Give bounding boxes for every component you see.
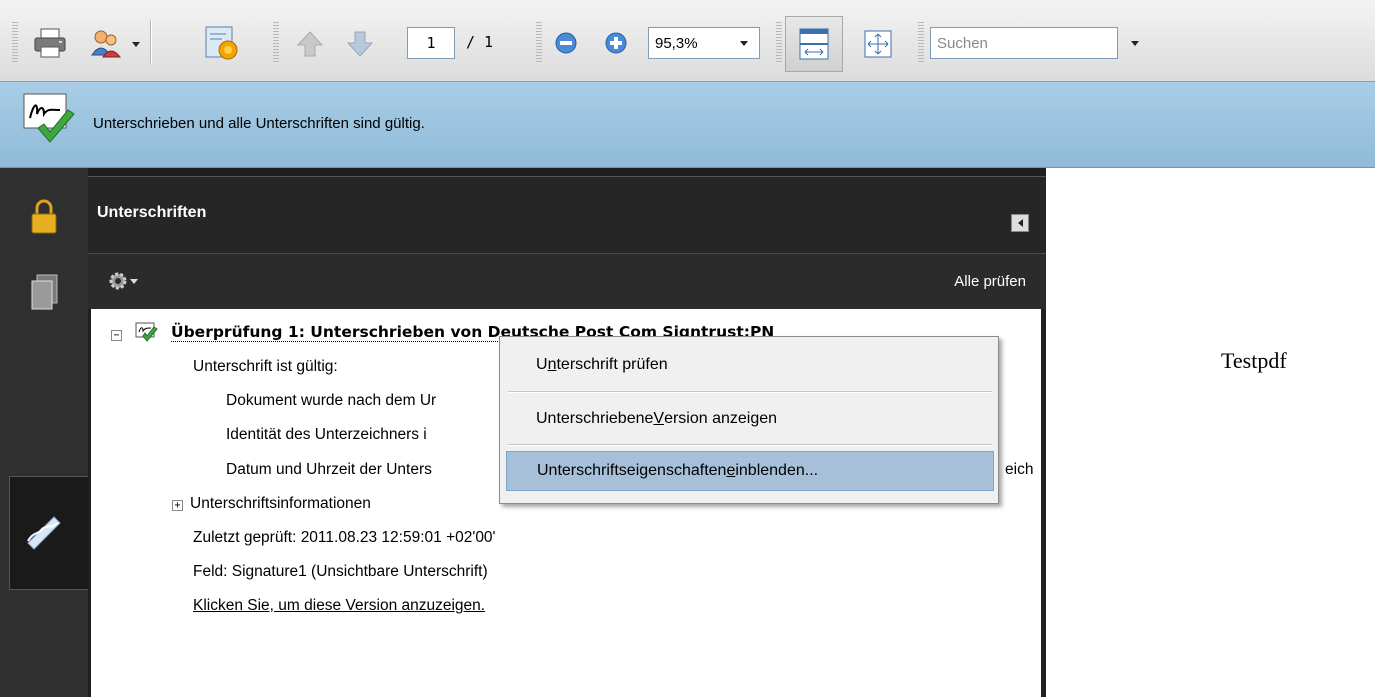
collapse-panel-button[interactable] xyxy=(1011,214,1029,232)
signature-context-menu: Un terschrift prüfen Unterschriebene Vers… xyxy=(499,336,999,504)
fit-width-button[interactable] xyxy=(785,16,843,72)
tree-item-field: Feld: Signature1 (Unsichtbare Unterschri… xyxy=(193,563,488,580)
next-page-button[interactable] xyxy=(342,26,378,62)
previous-page-button[interactable] xyxy=(292,26,328,62)
zoom-in-button[interactable] xyxy=(603,30,629,56)
tree-item-document-changed[interactable]: Dokument wurde nach dem Ur xyxy=(226,392,436,410)
chevron-down-icon[interactable] xyxy=(740,41,748,46)
chevron-down-icon xyxy=(130,279,138,284)
print-button[interactable] xyxy=(30,24,70,62)
arrow-down-icon xyxy=(346,31,374,57)
page-total: / 1 xyxy=(466,33,494,51)
menu-label: ersion anzeigen xyxy=(664,410,778,427)
menu-label: terschrift prüfen xyxy=(556,356,668,373)
pages-button[interactable] xyxy=(14,268,74,318)
users-icon xyxy=(91,30,122,58)
toolbar-grip[interactable] xyxy=(536,22,542,62)
panel-header: Unterschriften xyxy=(88,176,1046,254)
menu-label: U xyxy=(536,356,548,373)
chevron-down-icon[interactable] xyxy=(1131,41,1139,46)
padlock-icon xyxy=(31,199,57,234)
options-menu-button[interactable] xyxy=(98,268,140,294)
collaborate-button[interactable] xyxy=(86,24,126,62)
page-number-input[interactable]: 1 xyxy=(407,27,455,59)
tree-item-valid[interactable]: Unterschrift ist gültig: xyxy=(193,358,338,376)
expand-toggle[interactable]: + xyxy=(172,500,183,511)
zoom-out-button[interactable] xyxy=(553,30,579,56)
toolbar-separator xyxy=(150,20,151,64)
toolbar: 1 / 1 95,3% Suchen xyxy=(0,0,1375,82)
printer-icon xyxy=(34,28,66,58)
signature-valid-icon xyxy=(22,92,76,148)
mnemonic-key: n xyxy=(547,356,557,373)
security-settings-button[interactable] xyxy=(14,194,74,240)
plus-circle-icon xyxy=(605,32,627,54)
arrow-up-icon xyxy=(296,31,324,57)
panel-options-bar: Alle prüfen xyxy=(88,254,1046,309)
verify-all-button[interactable]: Alle prüfen xyxy=(954,273,1026,290)
chevron-down-icon[interactable] xyxy=(132,42,140,47)
tree-item-datetime[interactable]: Datum und Uhrzeit der Unters xyxy=(226,461,432,479)
signature-seal-icon xyxy=(205,26,238,60)
minus-circle-icon xyxy=(555,32,577,54)
menu-item-signature-properties[interactable]: Unterschriftseigenschaften e inblenden... xyxy=(506,451,994,491)
toolbar-grip[interactable] xyxy=(273,22,279,62)
toolbar-grip[interactable] xyxy=(776,22,782,62)
navigation-pane xyxy=(0,168,89,697)
document-page[interactable]: Testpdf xyxy=(1046,168,1375,697)
toolbar-grip[interactable] xyxy=(12,22,18,62)
signatures-tab[interactable] xyxy=(9,476,89,590)
tree-item-signature-info[interactable]: Unterschriftsinformationen xyxy=(190,495,371,513)
menu-item-show-signed-version[interactable]: Unterschriebene Version anzeigen xyxy=(506,399,994,439)
signature-status-bar: Unterschrieben und alle Unterschriften s… xyxy=(0,82,1375,168)
mnemonic-key: e xyxy=(726,462,736,479)
menu-item-verify-signature[interactable]: Un terschrift prüfen xyxy=(506,345,994,385)
menu-separator xyxy=(508,391,992,393)
toolbar-grip[interactable] xyxy=(918,22,924,62)
view-version-link[interactable]: Klicken Sie, um diese Version anzuzeigen… xyxy=(193,597,485,615)
menu-separator xyxy=(508,444,992,446)
signature-valid-icon xyxy=(135,322,158,342)
gear-icon xyxy=(109,272,127,290)
search-input[interactable]: Suchen xyxy=(930,27,1118,59)
menu-label: Unterschriftseigenschaften xyxy=(537,462,727,479)
tree-item-datetime-tail: eich xyxy=(1005,461,1034,478)
fit-page-button[interactable] xyxy=(858,24,898,64)
mnemonic-key: V xyxy=(653,410,665,427)
signature-status-text: Unterschrieben und alle Unterschriften s… xyxy=(93,115,425,132)
fit-page-icon xyxy=(864,30,892,58)
menu-label: Unterschriebene xyxy=(536,410,654,427)
panel-title: Unterschriften xyxy=(97,204,207,221)
sign-button[interactable] xyxy=(200,22,242,64)
tree-item-last-checked: Zuletzt geprüft: 2011.08.23 12:59:01 +02… xyxy=(193,529,496,546)
pages-icon xyxy=(31,274,58,310)
collapse-toggle[interactable]: − xyxy=(111,330,122,341)
document-text: Testpdf xyxy=(1221,348,1287,373)
fit-width-icon xyxy=(799,28,829,60)
signature-pen-icon xyxy=(27,516,61,550)
tree-item-identity[interactable]: Identität des Unterzeichners i xyxy=(226,426,427,444)
menu-label: inblenden... xyxy=(735,462,819,479)
